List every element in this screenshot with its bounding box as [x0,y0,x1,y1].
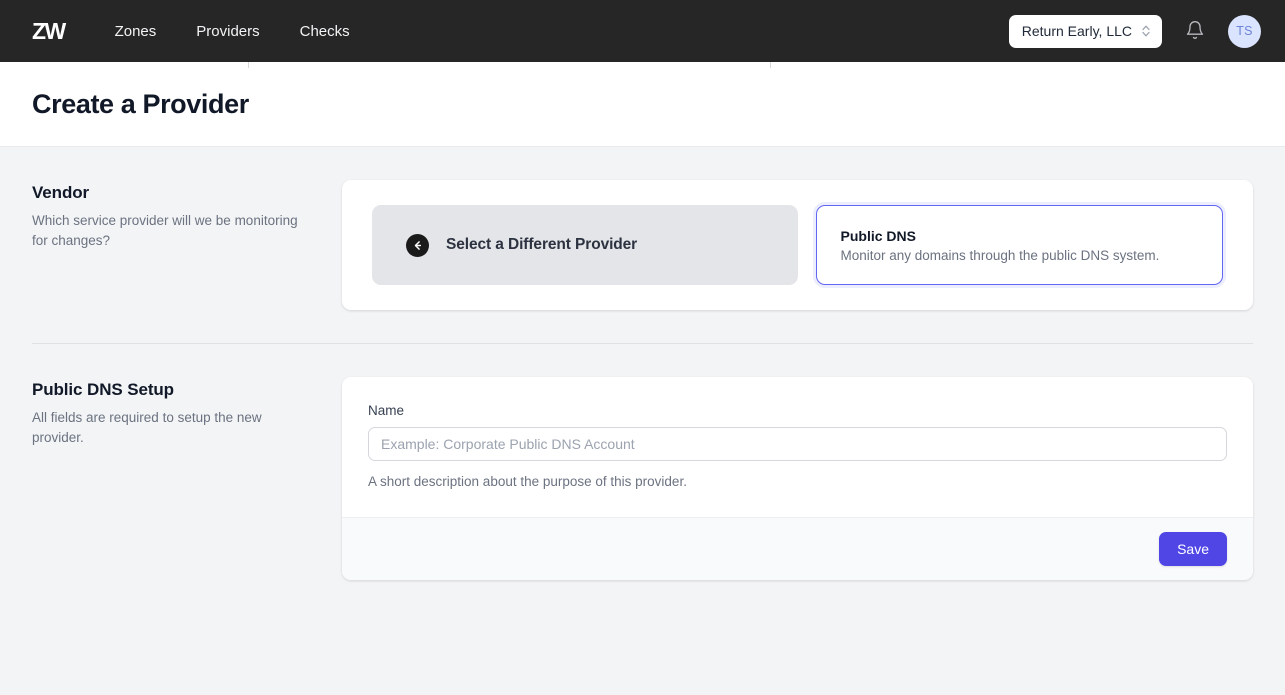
primary-nav: Zones Providers Checks [113,19,352,44]
select-different-provider-button[interactable]: Select a Different Provider [372,205,798,285]
select-different-provider-label: Select a Different Provider [446,236,637,254]
avatar[interactable]: TS [1228,15,1261,48]
vendor-section-body: Select a Different Provider Public DNS M… [342,180,1253,310]
setup-section-title: Public DNS Setup [32,380,312,400]
setup-section-subtitle: All fields are required to setup the new… [32,408,312,449]
chevron-up-down-icon [1141,24,1151,38]
organization-select[interactable]: Return Early, LLC [1009,15,1162,48]
page-content: Vendor Which service provider will we be… [0,147,1285,580]
navbar-right-group: Return Early, LLC TS [1009,15,1261,48]
setup-section-description: Public DNS Setup All fields are required… [32,377,342,449]
setup-form-footer: Save [342,517,1253,580]
provider-option-description: Monitor any domains through the public D… [841,248,1199,263]
page-header: Create a Provider [0,62,1285,147]
notifications-button[interactable] [1180,16,1210,46]
nav-link-providers[interactable]: Providers [194,19,261,44]
nav-link-zones[interactable]: Zones [113,19,159,44]
vendor-card: Select a Different Provider Public DNS M… [342,180,1253,310]
header-tick-right [770,62,771,68]
vendor-section: Vendor Which service provider will we be… [32,147,1253,310]
top-navbar: ZW Zones Providers Checks Return Early, … [0,0,1285,62]
setup-form-card: Name A short description about the purpo… [342,377,1253,580]
name-input[interactable] [368,427,1227,461]
app-logo[interactable]: ZW [32,20,65,43]
name-field-label: Name [368,403,1227,418]
header-tick-left [248,62,249,68]
nav-link-checks[interactable]: Checks [298,19,352,44]
provider-option-title: Public DNS [841,228,1199,244]
vendor-section-description: Vendor Which service provider will we be… [32,180,342,252]
setup-form-body: Name A short description about the purpo… [342,377,1253,517]
setup-section: Public DNS Setup All fields are required… [32,344,1253,580]
provider-option-public-dns[interactable]: Public DNS Monitor any domains through t… [816,205,1224,285]
organization-select-value: Return Early, LLC [1022,23,1132,39]
save-button[interactable]: Save [1159,532,1227,566]
vendor-section-title: Vendor [32,183,312,203]
setup-section-body: Name A short description about the purpo… [342,377,1253,580]
bell-icon [1185,20,1205,43]
arrow-left-circle-icon [406,234,429,257]
vendor-section-subtitle: Which service provider will we be monito… [32,211,312,252]
name-field-help: A short description about the purpose of… [368,474,1227,489]
page-title: Create a Provider [32,89,249,120]
